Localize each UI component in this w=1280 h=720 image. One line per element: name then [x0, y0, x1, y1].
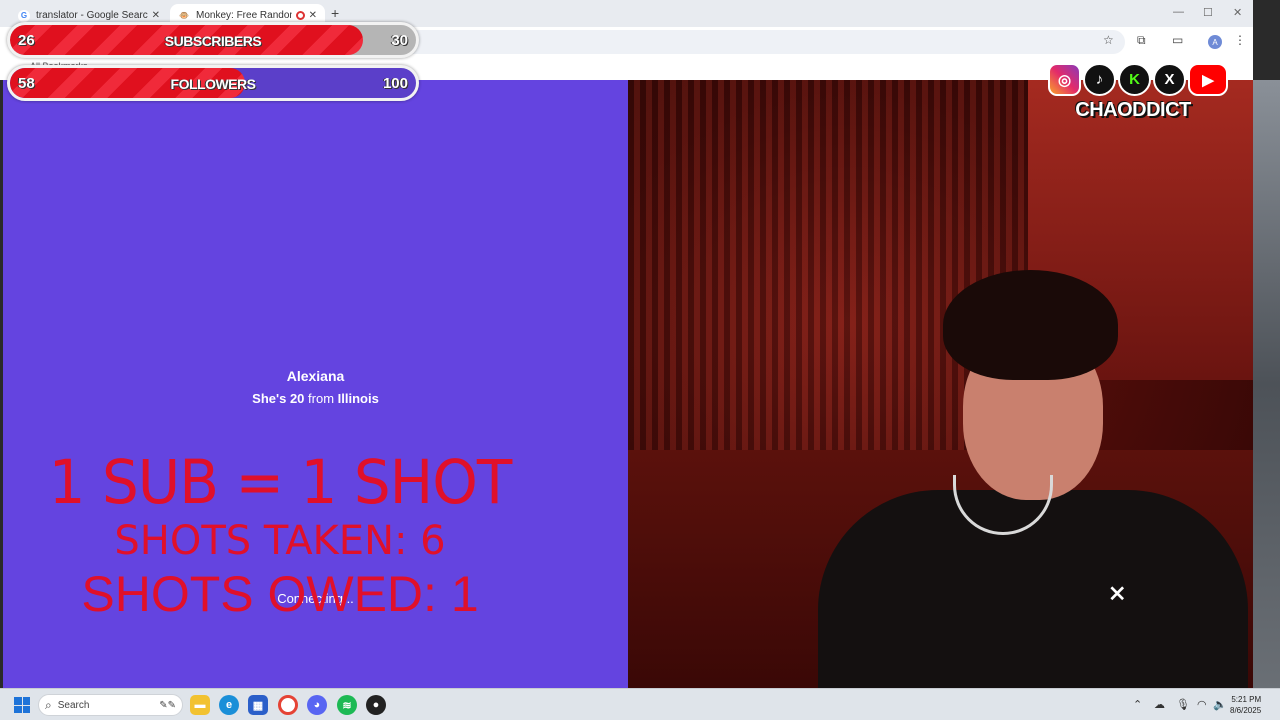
microphone-icon[interactable]: 🎙	[1176, 698, 1190, 711]
obs-icon[interactable]: ●	[366, 695, 386, 715]
recording-icon	[295, 11, 305, 20]
edge-icon[interactable]: e	[219, 695, 239, 715]
subscriber-goal-bar: 26 SUBSCRIBERS 30	[7, 22, 419, 58]
system-clock[interactable]: 5:21 PM 8/6/2025	[1230, 694, 1261, 716]
maximize-icon[interactable]: ☐	[1203, 6, 1213, 19]
close-tab-icon[interactable]: ✕	[309, 10, 317, 21]
new-tab-button[interactable]: +	[331, 5, 339, 21]
shirt-logo-icon: ⨯	[1108, 580, 1127, 605]
spotify-icon[interactable]: ≋	[337, 695, 357, 715]
match-location: Illinois	[337, 391, 379, 406]
tab-title: Monkey: Free Random Vide	[196, 10, 292, 21]
wifi-icon[interactable]: ◠	[1197, 698, 1207, 711]
clock-date: 8/6/2025	[1230, 706, 1262, 715]
shots-taken-text: SHOTS TAKEN: 6	[114, 518, 446, 564]
x-icon: X	[1153, 63, 1186, 96]
extensions-icon[interactable]: ⧉	[1137, 33, 1146, 48]
chevron-up-icon[interactable]: ⌃	[1133, 698, 1142, 711]
search-icon: ⌕	[45, 697, 52, 712]
tiktok-icon: ♪	[1083, 63, 1116, 96]
match-details: She's 20 from Illinois	[3, 391, 628, 406]
match-from: from	[304, 391, 338, 406]
clock-time: 5:21 PM	[1231, 695, 1262, 704]
hair	[943, 270, 1118, 380]
search-placeholder: Search	[57, 699, 90, 711]
close-tab-icon[interactable]: ✕	[152, 10, 160, 21]
close-window-icon[interactable]: ✕	[1233, 6, 1242, 19]
match-name: Alexiana	[286, 368, 345, 384]
instagram-icon: ◎	[1048, 63, 1081, 96]
chrome-icon[interactable]	[278, 695, 298, 715]
kick-icon: K	[1118, 63, 1151, 96]
taskbar: ⌕ Search ✎✎ ▬ e ▦ ◕ ≋ ● ⌃ ☁ 🎙 ◠ 🔈 5:21 P…	[0, 688, 1280, 720]
menu-icon[interactable]: ⋮	[1234, 33, 1246, 47]
desktop-wallpaper-edge	[1253, 80, 1280, 688]
store-icon[interactable]: ▦	[248, 695, 268, 715]
cloud-icon[interactable]: ☁	[1154, 698, 1165, 711]
discord-icon[interactable]: ◕	[307, 695, 327, 715]
monkey-icon: 🐵	[179, 11, 189, 20]
minimize-icon[interactable]: —	[1173, 6, 1184, 18]
subscriber-label: SUBSCRIBERS	[164, 33, 262, 49]
follower-goal: 100	[382, 75, 408, 92]
screen: G translator - Google Search ✕ 🐵 Monkey:…	[0, 0, 1280, 720]
star-icon[interactable]: ☆	[1103, 33, 1114, 47]
match-age: 20	[289, 391, 305, 406]
follower-goal-bar: 58 FOLLOWERS 100	[7, 65, 419, 101]
youtube-icon: ▶	[1188, 63, 1228, 96]
google-icon: G	[18, 9, 30, 22]
volume-icon[interactable]: 🔈	[1213, 698, 1227, 711]
match-pronoun: She's	[252, 391, 290, 406]
shots-owed-text: SHOTS OWED: 1	[81, 566, 479, 622]
follower-label: FOLLOWERS	[170, 76, 256, 92]
cast-icon[interactable]: ▭	[1172, 33, 1183, 47]
tab-title: translator - Google Search	[36, 10, 148, 21]
shot-rule-text: 1 SUB = 1 SHOT	[48, 446, 513, 518]
windows-start-icon[interactable]	[14, 697, 30, 713]
search-highlight-icon: ✎✎	[159, 699, 176, 711]
social-icons: ◎ ♪ K X ▶	[1048, 63, 1228, 96]
profile-avatar[interactable]: A	[1208, 35, 1222, 49]
streamer-handle: CHAODDICT	[1075, 99, 1191, 121]
file-explorer-icon[interactable]: ▬	[190, 695, 210, 715]
taskbar-search[interactable]: ⌕ Search ✎✎	[38, 694, 183, 716]
streamer-figure: ⨯	[818, 270, 1248, 688]
self-video-pane: ⨯	[628, 80, 1253, 688]
subscriber-goal: 30	[391, 32, 408, 49]
